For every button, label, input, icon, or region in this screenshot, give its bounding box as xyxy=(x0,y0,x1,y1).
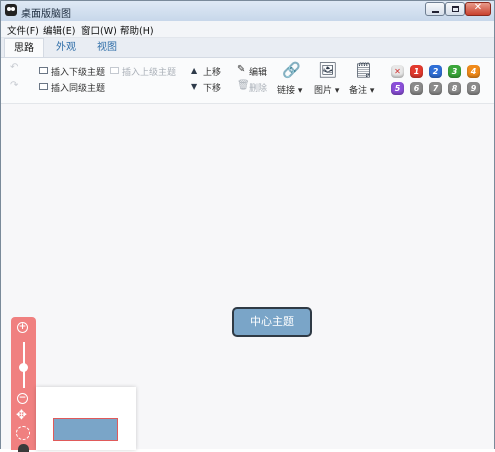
priority-clear-button[interactable]: ✕ xyxy=(391,65,404,78)
menu-file[interactable]: 文件(F) xyxy=(7,23,39,37)
move-up-icon: ▲ xyxy=(191,66,198,75)
note-button[interactable]: 备注 ▾ xyxy=(349,83,374,96)
navigator-toggle-icon[interactable] xyxy=(18,444,29,452)
move-down-button[interactable]: 下移 xyxy=(203,81,221,94)
insert-sibling-icon xyxy=(39,83,48,90)
minimize-icon xyxy=(432,11,439,13)
maximize-icon xyxy=(452,6,459,12)
title-bar: 桌面版脑图 ✕ xyxy=(1,1,494,21)
priority-5-button[interactable]: 5 xyxy=(391,82,404,95)
insert-child-icon xyxy=(39,67,48,74)
ribbon-toolbar: ↶ ↷ 插入下级主题 插入上级主题 插入同级主题 ▲ 上移 ▼ 下移 ✎ 编辑 … xyxy=(1,58,494,104)
central-topic-node[interactable]: 中心主题 xyxy=(232,307,312,337)
navigator-minimap[interactable] xyxy=(36,387,136,450)
undo-icon[interactable]: ↶ xyxy=(10,62,18,73)
priority-3-button[interactable]: 3 xyxy=(448,65,461,78)
tab-ideas[interactable]: 思路 xyxy=(4,38,44,57)
minimap-viewport[interactable] xyxy=(53,418,118,441)
move-icon[interactable]: ✥ xyxy=(16,408,27,423)
move-down-icon: ▼ xyxy=(191,82,198,91)
minimize-button[interactable] xyxy=(425,2,445,16)
priority-4-button[interactable]: 4 xyxy=(467,65,480,78)
delete-button[interactable]: 删除 xyxy=(249,81,267,94)
edit-icon: ✎ xyxy=(237,64,246,75)
image-dropdown-icon: ▾ xyxy=(334,86,340,96)
zoom-out-icon[interactable]: − xyxy=(17,393,28,404)
edit-button[interactable]: 编辑 xyxy=(249,65,267,78)
link-dropdown-icon: ▾ xyxy=(297,86,303,96)
redo-icon[interactable]: ↷ xyxy=(10,80,18,91)
close-icon: ✕ xyxy=(473,2,483,13)
delete-icon: 🗑 xyxy=(237,80,250,91)
menu-window[interactable]: 窗口(W) xyxy=(81,23,117,37)
insert-parent-button[interactable]: 插入上级主题 xyxy=(122,65,176,78)
app-logo-icon xyxy=(5,4,17,16)
close-button[interactable]: ✕ xyxy=(465,2,491,16)
priority-6-button[interactable]: 6 xyxy=(410,82,423,95)
zoom-bar: + − ✥ xyxy=(11,317,36,452)
locate-center-icon[interactable] xyxy=(16,426,30,440)
image-button[interactable]: 图片 ▾ xyxy=(314,83,339,96)
image-label: 图片 xyxy=(314,86,333,96)
priority-8-button[interactable]: 8 xyxy=(448,82,461,95)
menu-help[interactable]: 帮助(H) xyxy=(120,23,154,37)
priority-1-button[interactable]: 1 xyxy=(410,65,423,78)
priority-2-button[interactable]: 2 xyxy=(429,65,442,78)
priority-9-button[interactable]: 9 xyxy=(467,82,480,95)
image-icon: 🖼 xyxy=(318,61,338,79)
insert-child-button[interactable]: 插入下级主题 xyxy=(51,65,105,78)
maximize-button[interactable] xyxy=(445,2,465,16)
note-label: 备注 xyxy=(349,86,368,96)
priority-7-button[interactable]: 7 xyxy=(429,82,442,95)
tab-view[interactable]: 视图 xyxy=(88,38,126,57)
tab-appearance[interactable]: 外观 xyxy=(47,38,85,57)
insert-sibling-button[interactable]: 插入同级主题 xyxy=(51,81,105,94)
link-label: 链接 xyxy=(277,86,296,96)
move-up-button[interactable]: 上移 xyxy=(203,65,221,78)
ribbon-tabs: 思路 外观 视图 xyxy=(1,38,494,58)
window-title: 桌面版脑图 xyxy=(21,9,71,20)
app-window: 桌面版脑图 ✕ 文件(F) 编辑(E) 窗口(W) 帮助(H) 思路 外观 视图… xyxy=(0,0,495,452)
link-button[interactable]: 链接 ▾ xyxy=(277,83,302,96)
note-icon: 🗒 xyxy=(354,61,374,79)
insert-parent-icon xyxy=(110,67,119,74)
zoom-in-icon[interactable]: + xyxy=(17,322,28,333)
menu-bar: 文件(F) 编辑(E) 窗口(W) 帮助(H) xyxy=(1,21,494,38)
link-icon: 🔗 xyxy=(282,61,301,79)
menu-edit[interactable]: 编辑(E) xyxy=(43,23,75,37)
note-dropdown-icon: ▾ xyxy=(369,86,375,96)
zoom-slider-handle[interactable] xyxy=(19,363,28,372)
